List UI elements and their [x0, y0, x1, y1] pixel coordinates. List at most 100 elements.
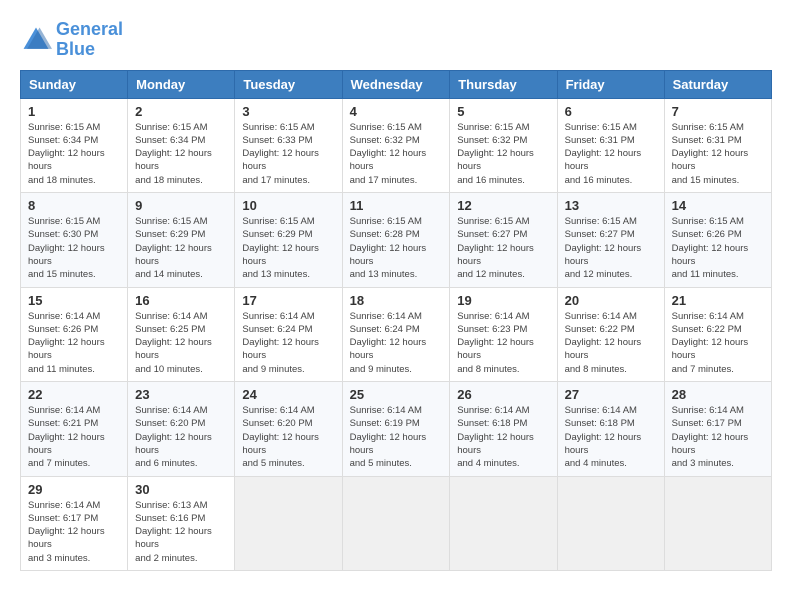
weekday-header: Monday [128, 70, 235, 98]
day-number: 5 [457, 104, 549, 119]
day-info: Sunrise: 6:15 AMSunset: 6:31 PMDaylight:… [672, 121, 764, 187]
day-number: 24 [242, 387, 334, 402]
calendar-cell: 10 Sunrise: 6:15 AMSunset: 6:29 PMDayligh… [235, 193, 342, 287]
calendar-cell: 14 Sunrise: 6:15 AMSunset: 6:26 PMDayligh… [664, 193, 771, 287]
day-info: Sunrise: 6:14 AMSunset: 6:17 PMDaylight:… [28, 499, 120, 565]
day-info: Sunrise: 6:15 AMSunset: 6:34 PMDaylight:… [28, 121, 120, 187]
day-info: Sunrise: 6:15 AMSunset: 6:29 PMDaylight:… [242, 215, 334, 281]
calendar-cell: 22Sunrise: 6:14 AMSunset: 6:21 PMDayligh… [21, 382, 128, 476]
day-number: 17 [242, 293, 334, 308]
calendar-cell: 5Sunrise: 6:15 AMSunset: 6:32 PMDaylight… [450, 98, 557, 192]
day-number: 15 [28, 293, 120, 308]
day-info: Sunrise: 6:14 AMSunset: 6:22 PMDaylight:… [565, 310, 657, 376]
day-number: 4 [350, 104, 443, 119]
calendar-cell: 15 Sunrise: 6:14 AMSunset: 6:26 PMDayligh… [21, 287, 128, 381]
logo-text: General Blue [56, 20, 123, 60]
weekday-header: Saturday [664, 70, 771, 98]
calendar-cell: 16 Sunrise: 6:14 AMSunset: 6:25 PMDayligh… [128, 287, 235, 381]
day-number: 29 [28, 482, 120, 497]
calendar-cell: 26 Sunrise: 6:14 AMSunset: 6:18 PMDayligh… [450, 382, 557, 476]
day-info: Sunrise: 6:13 AMSunset: 6:16 PMDaylight:… [135, 499, 227, 565]
logo: General Blue [20, 20, 123, 60]
calendar-week-row: 1 Sunrise: 6:15 AMSunset: 6:34 PMDaylight… [21, 98, 772, 192]
calendar-week-row: 29 Sunrise: 6:14 AMSunset: 6:17 PMDayligh… [21, 476, 772, 570]
day-number: 25 [350, 387, 443, 402]
day-number: 3 [242, 104, 334, 119]
calendar-cell: 1 Sunrise: 6:15 AMSunset: 6:34 PMDaylight… [21, 98, 128, 192]
day-info: Sunrise: 6:14 AMSunset: 6:23 PMDaylight:… [457, 310, 549, 376]
day-info: Sunrise: 6:14 AMSunset: 6:18 PMDaylight:… [565, 404, 657, 470]
day-info: Sunrise: 6:14 AMSunset: 6:17 PMDaylight:… [672, 404, 764, 470]
calendar-cell: 4 Sunrise: 6:15 AMSunset: 6:32 PMDaylight… [342, 98, 450, 192]
day-info: Sunrise: 6:14 AMSunset: 6:19 PMDaylight:… [350, 404, 443, 470]
calendar-cell [664, 476, 771, 570]
calendar-cell: 2Sunrise: 6:15 AMSunset: 6:34 PMDaylight… [128, 98, 235, 192]
day-info: Sunrise: 6:14 AMSunset: 6:24 PMDaylight:… [242, 310, 334, 376]
day-info: Sunrise: 6:14 AMSunset: 6:22 PMDaylight:… [672, 310, 764, 376]
day-info: Sunrise: 6:14 AMSunset: 6:26 PMDaylight:… [28, 310, 120, 376]
calendar-cell: 12 Sunrise: 6:15 AMSunset: 6:27 PMDayligh… [450, 193, 557, 287]
day-info: Sunrise: 6:15 AMSunset: 6:26 PMDaylight:… [672, 215, 764, 281]
calendar-cell: 13Sunrise: 6:15 AMSunset: 6:27 PMDayligh… [557, 193, 664, 287]
page-header: General Blue [20, 20, 772, 60]
calendar-cell [450, 476, 557, 570]
calendar-cell: 24 Sunrise: 6:14 AMSunset: 6:20 PMDayligh… [235, 382, 342, 476]
calendar-cell: 27 Sunrise: 6:14 AMSunset: 6:18 PMDayligh… [557, 382, 664, 476]
day-info: Sunrise: 6:15 AMSunset: 6:28 PMDaylight:… [350, 215, 443, 281]
day-info: Sunrise: 6:15 AMSunset: 6:33 PMDaylight:… [242, 121, 334, 187]
day-number: 8 [28, 198, 120, 213]
calendar-cell: 11 Sunrise: 6:15 AMSunset: 6:28 PMDayligh… [342, 193, 450, 287]
calendar-cell: 8 Sunrise: 6:15 AMSunset: 6:30 PMDaylight… [21, 193, 128, 287]
day-number: 14 [672, 198, 764, 213]
calendar-body: 1 Sunrise: 6:15 AMSunset: 6:34 PMDaylight… [21, 98, 772, 570]
day-info: Sunrise: 6:14 AMSunset: 6:25 PMDaylight:… [135, 310, 227, 376]
day-number: 16 [135, 293, 227, 308]
calendar-cell: 19 Sunrise: 6:14 AMSunset: 6:23 PMDayligh… [450, 287, 557, 381]
day-info: Sunrise: 6:14 AMSunset: 6:21 PMDaylight:… [28, 404, 120, 470]
weekday-header: Thursday [450, 70, 557, 98]
day-number: 30 [135, 482, 227, 497]
calendar-cell: 21 Sunrise: 6:14 AMSunset: 6:22 PMDayligh… [664, 287, 771, 381]
calendar-header-row: SundayMondayTuesdayWednesdayThursdayFrid… [21, 70, 772, 98]
day-info: Sunrise: 6:14 AMSunset: 6:24 PMDaylight:… [350, 310, 443, 376]
calendar-cell: 23Sunrise: 6:14 AMSunset: 6:20 PMDayligh… [128, 382, 235, 476]
logo-icon [20, 24, 52, 56]
calendar-week-row: 8 Sunrise: 6:15 AMSunset: 6:30 PMDaylight… [21, 193, 772, 287]
day-number: 23 [135, 387, 227, 402]
weekday-header: Sunday [21, 70, 128, 98]
day-number: 21 [672, 293, 764, 308]
calendar-cell: 7 Sunrise: 6:15 AMSunset: 6:31 PMDaylight… [664, 98, 771, 192]
day-number: 26 [457, 387, 549, 402]
day-number: 18 [350, 293, 443, 308]
calendar-cell: 3 Sunrise: 6:15 AMSunset: 6:33 PMDaylight… [235, 98, 342, 192]
calendar: SundayMondayTuesdayWednesdayThursdayFrid… [20, 70, 772, 571]
calendar-cell: 29 Sunrise: 6:14 AMSunset: 6:17 PMDayligh… [21, 476, 128, 570]
day-number: 6 [565, 104, 657, 119]
day-number: 10 [242, 198, 334, 213]
day-number: 19 [457, 293, 549, 308]
day-info: Sunrise: 6:15 AMSunset: 6:27 PMDaylight:… [457, 215, 549, 281]
calendar-cell [342, 476, 450, 570]
day-number: 13 [565, 198, 657, 213]
day-number: 27 [565, 387, 657, 402]
calendar-cell: 17 Sunrise: 6:14 AMSunset: 6:24 PMDayligh… [235, 287, 342, 381]
calendar-cell: 9Sunrise: 6:15 AMSunset: 6:29 PMDaylight… [128, 193, 235, 287]
day-number: 7 [672, 104, 764, 119]
day-info: Sunrise: 6:14 AMSunset: 6:18 PMDaylight:… [457, 404, 549, 470]
day-info: Sunrise: 6:15 AMSunset: 6:30 PMDaylight:… [28, 215, 120, 281]
calendar-cell: 18 Sunrise: 6:14 AMSunset: 6:24 PMDayligh… [342, 287, 450, 381]
calendar-cell: 25 Sunrise: 6:14 AMSunset: 6:19 PMDayligh… [342, 382, 450, 476]
day-number: 2 [135, 104, 227, 119]
calendar-week-row: 22Sunrise: 6:14 AMSunset: 6:21 PMDayligh… [21, 382, 772, 476]
day-info: Sunrise: 6:14 AMSunset: 6:20 PMDaylight:… [242, 404, 334, 470]
day-number: 9 [135, 198, 227, 213]
day-number: 12 [457, 198, 549, 213]
calendar-cell: 30 Sunrise: 6:13 AMSunset: 6:16 PMDayligh… [128, 476, 235, 570]
day-number: 28 [672, 387, 764, 402]
day-number: 11 [350, 198, 443, 213]
day-number: 1 [28, 104, 120, 119]
calendar-cell: 6Sunrise: 6:15 AMSunset: 6:31 PMDaylight… [557, 98, 664, 192]
day-info: Sunrise: 6:15 AMSunset: 6:32 PMDaylight:… [350, 121, 443, 187]
weekday-header: Wednesday [342, 70, 450, 98]
weekday-header: Tuesday [235, 70, 342, 98]
